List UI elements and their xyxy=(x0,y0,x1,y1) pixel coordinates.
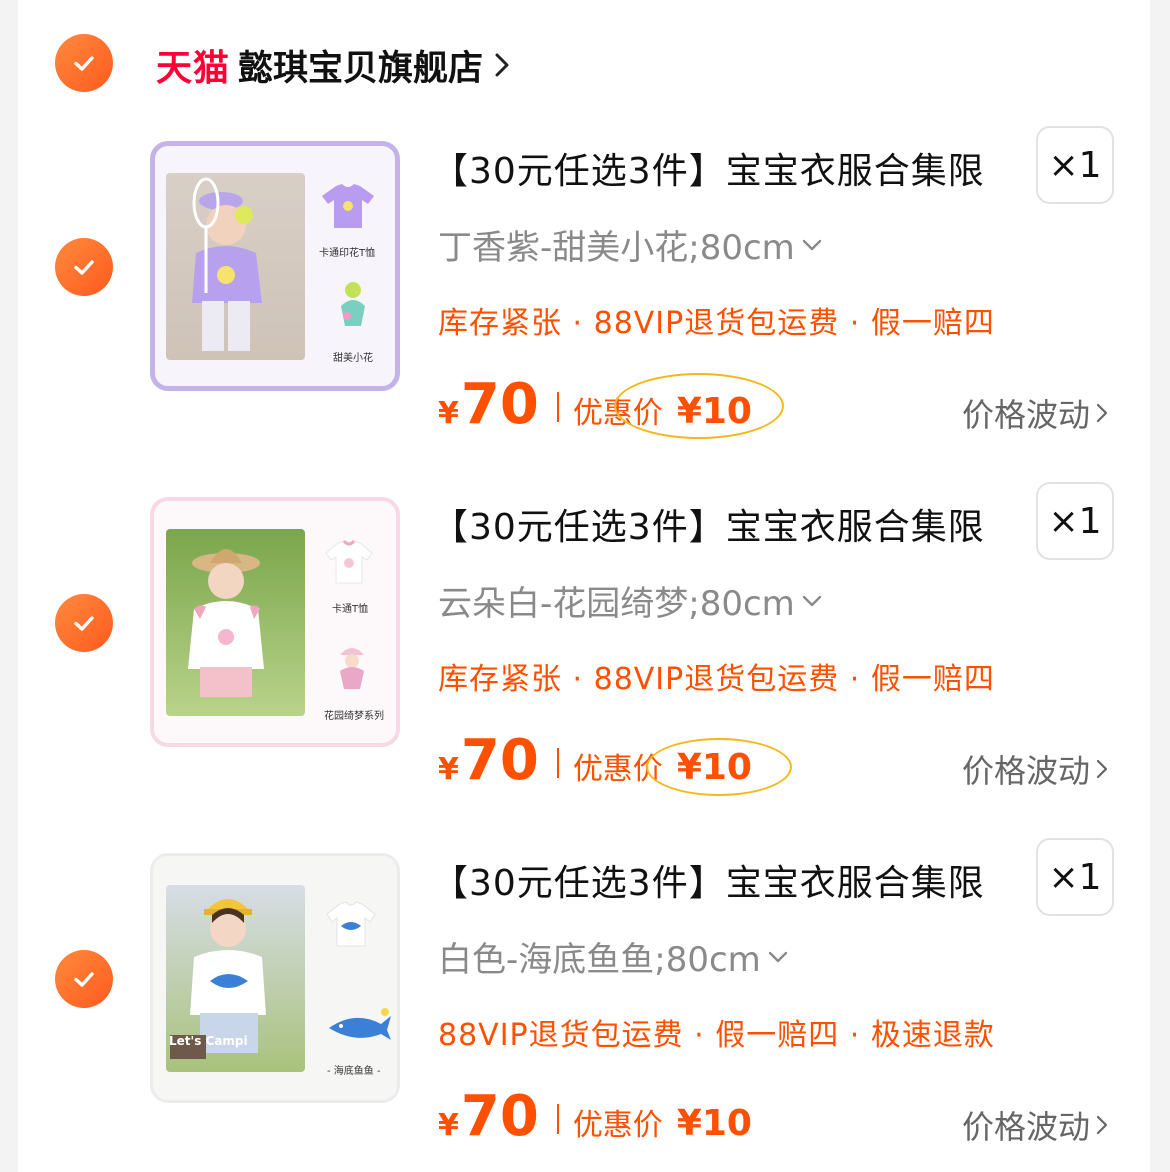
divider xyxy=(556,392,559,422)
thumb-label: 卡通印花T恤 xyxy=(319,248,376,259)
currency-symbol: ¥ xyxy=(438,396,459,431)
chevron-down-icon xyxy=(802,239,822,250)
quantity-button[interactable]: ×1 xyxy=(1036,482,1114,560)
variant-label: 云朵白-花园绮梦;80cm xyxy=(438,584,795,624)
price-fluctuation-link[interactable]: 价格波动 xyxy=(962,746,1108,792)
item-select-checkbox[interactable] xyxy=(55,950,113,1008)
variant-selector[interactable]: 丁香紫-甜美小花;80cm xyxy=(438,220,823,269)
service-tags: 库存紧张 · 88VIP退货包运费 · 假一赔四 xyxy=(438,662,995,697)
chevron-right-icon xyxy=(1096,759,1108,779)
discount-price: ¥10 xyxy=(676,1103,752,1144)
divider xyxy=(556,1104,559,1134)
chevron-down-icon xyxy=(768,951,788,962)
price-fluctuation-link[interactable]: 价格波动 xyxy=(962,1102,1108,1148)
tshirt-image xyxy=(322,184,374,228)
thumb-label: 甜美小花 xyxy=(333,353,373,364)
child-model-image xyxy=(188,549,264,697)
price: 70 xyxy=(460,372,539,437)
highlight-oval xyxy=(614,373,784,439)
store-name[interactable]: 懿琪宝贝旗舰店 xyxy=(238,40,483,91)
store-select-checkbox[interactable] xyxy=(55,34,113,92)
price-row: ¥ 70 优惠价 ¥10 xyxy=(438,1084,752,1154)
product-thumbnail[interactable]: Let's Campi - 海底鱼鱼 - xyxy=(150,853,400,1103)
divider xyxy=(556,748,559,778)
store-header[interactable]: 天猫 懿琪宝贝旗舰店 xyxy=(156,38,511,92)
tshirt-image xyxy=(325,539,373,584)
tshirt-image xyxy=(326,901,376,947)
variant-label: 丁香紫-甜美小花;80cm xyxy=(438,228,795,268)
product-title[interactable]: 【30元任选3件】宝宝衣服合集限 xyxy=(432,498,985,550)
quantity-button[interactable]: ×1 xyxy=(1036,126,1114,204)
price: 70 xyxy=(460,1084,539,1149)
model-photo xyxy=(166,529,305,716)
checkmark-icon xyxy=(74,616,94,631)
fluct-label: 价格波动 xyxy=(962,752,1091,790)
checkmark-icon xyxy=(74,260,94,275)
chevron-down-icon xyxy=(802,595,822,606)
thumb-label: 花园绮梦系列 xyxy=(324,711,384,722)
quantity-button[interactable]: ×1 xyxy=(1036,838,1114,916)
service-tags: 88VIP退货包运费 · 假一赔四 · 极速退款 xyxy=(438,1018,995,1053)
garden-print-image xyxy=(340,648,364,689)
variant-selector[interactable]: 云朵白-花园绮梦;80cm xyxy=(438,576,823,625)
item-select-checkbox[interactable] xyxy=(55,594,113,652)
flower-print-image xyxy=(341,282,365,326)
fluct-label: 价格波动 xyxy=(962,396,1091,434)
chevron-right-icon xyxy=(495,53,509,77)
shark-print-image xyxy=(329,1008,391,1040)
thumb-label: 卡通T恤 xyxy=(332,604,369,615)
highlight-oval xyxy=(646,738,792,796)
tmall-logo: 天猫 xyxy=(156,48,231,89)
product-thumbnail[interactable]: 卡通印花T恤 甜美小花 xyxy=(150,141,400,391)
variant-selector[interactable]: 白色-海底鱼鱼;80cm xyxy=(438,932,789,981)
child-model-image xyxy=(192,177,262,351)
price: 70 xyxy=(460,728,539,793)
fluct-label: 价格波动 xyxy=(962,1108,1091,1146)
price-fluctuation-link[interactable]: 价格波动 xyxy=(962,390,1108,436)
thumb-label: Let's Campi xyxy=(169,1034,248,1048)
chevron-right-icon xyxy=(1096,403,1108,423)
discount-label: 优惠价 xyxy=(572,1108,663,1143)
model-photo xyxy=(166,173,305,360)
product-thumbnail[interactable]: 卡通T恤 花园绮梦系列 xyxy=(150,497,400,747)
variant-label: 白色-海底鱼鱼;80cm xyxy=(438,940,761,980)
currency-symbol: ¥ xyxy=(438,752,459,787)
checkmark-icon xyxy=(74,972,94,987)
thumb-label: - 海底鱼鱼 - xyxy=(327,1066,381,1077)
service-tags: 库存紧张 · 88VIP退货包运费 · 假一赔四 xyxy=(438,306,995,341)
product-title[interactable]: 【30元任选3件】宝宝衣服合集限 xyxy=(432,854,985,906)
checkmark-icon xyxy=(74,56,94,71)
chevron-right-icon xyxy=(1096,1115,1108,1135)
product-title[interactable]: 【30元任选3件】宝宝衣服合集限 xyxy=(432,142,985,194)
currency-symbol: ¥ xyxy=(438,1108,459,1143)
item-select-checkbox[interactable] xyxy=(55,238,113,296)
